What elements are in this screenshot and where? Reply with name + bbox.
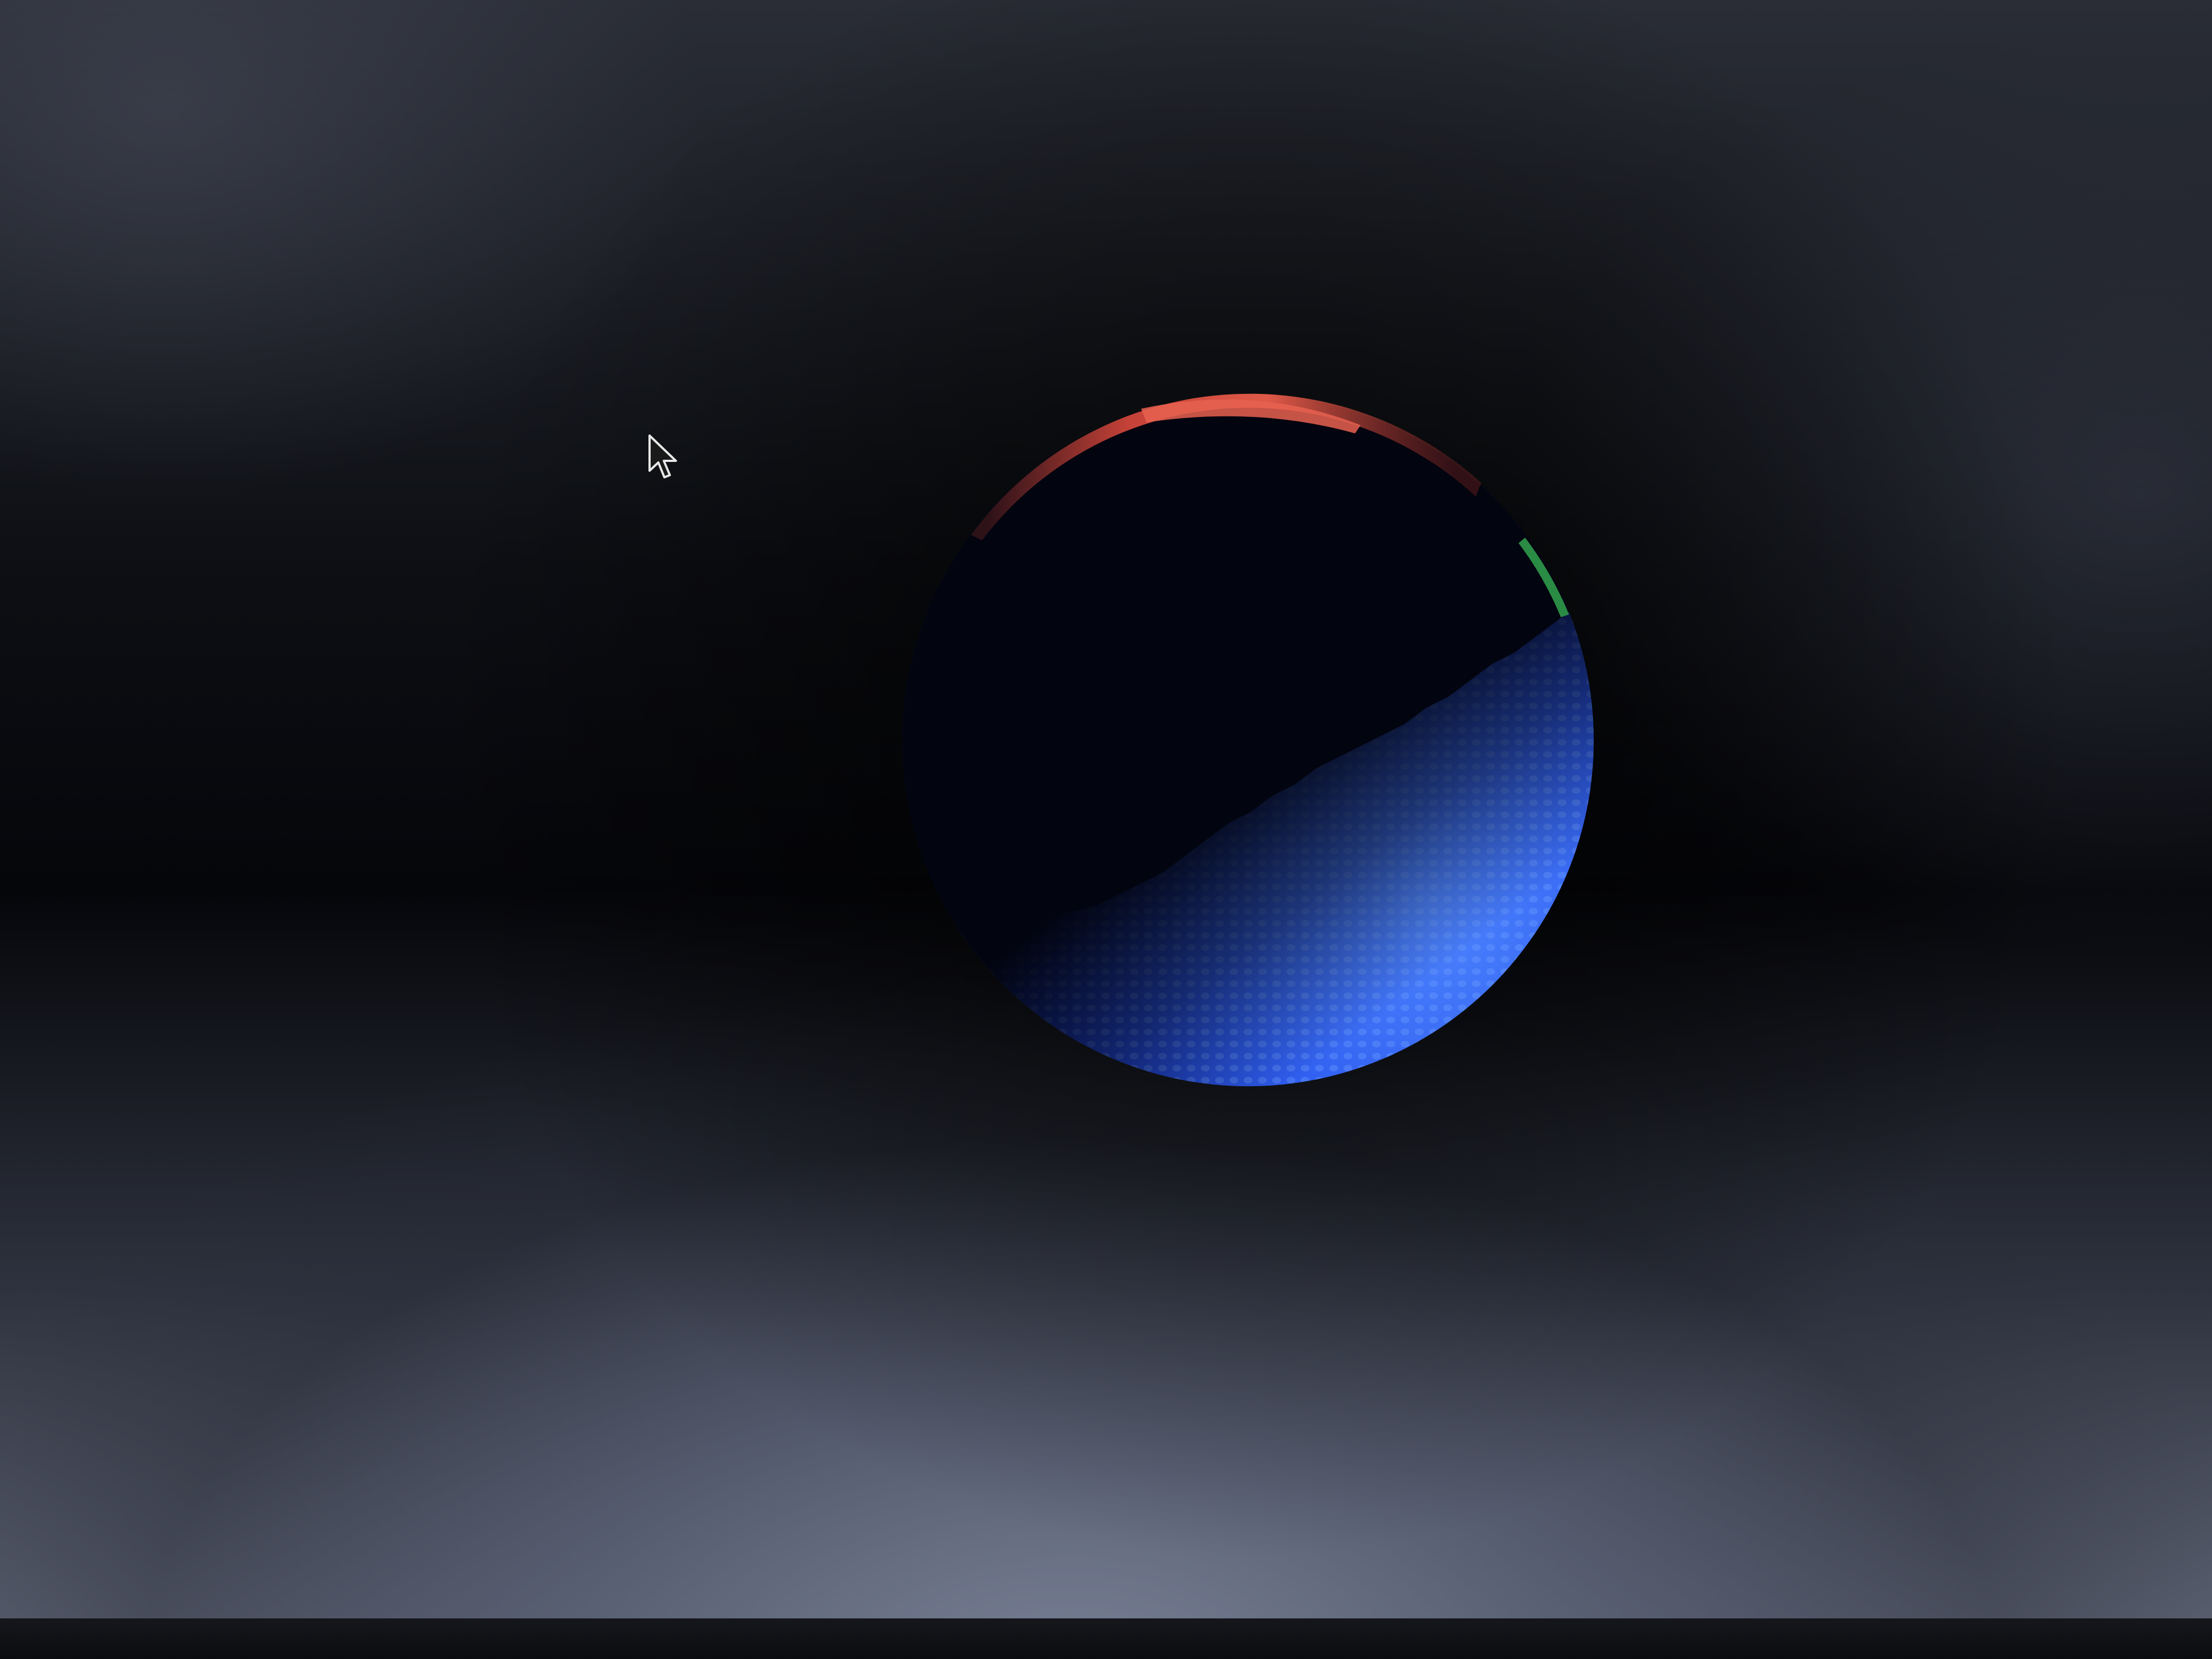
monitor-bezel: [0, 1618, 2212, 1659]
arrow-cursor-icon: [648, 435, 677, 478]
monitor-screen: [0, 0, 2212, 1618]
render-viewport: [0, 0, 2212, 1618]
mouse-cursor: [648, 435, 677, 478]
